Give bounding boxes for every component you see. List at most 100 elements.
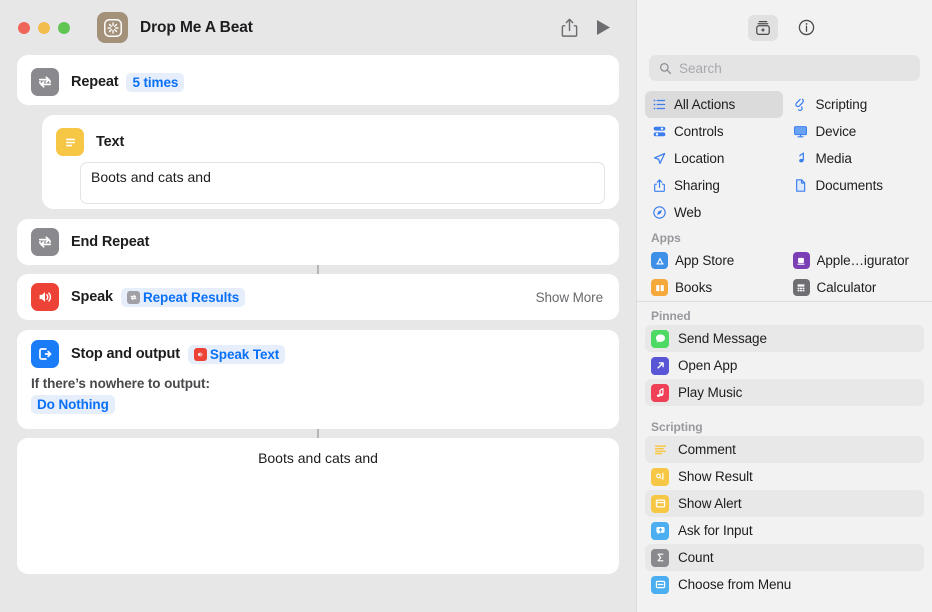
result-preview-text: Boots and cats and [258,450,378,466]
text-input-field[interactable]: Boots and cats and [80,162,605,204]
app-item-books[interactable]: Books [645,274,783,301]
app-store-icon [651,252,668,269]
row-label: Play Music [678,385,743,400]
category-label: Scripting [815,97,868,112]
library-row-show-result[interactable]: Show Result [645,463,924,490]
action-header: End Repeat [17,219,619,265]
library-row-count[interactable]: Count [645,544,924,571]
result-preview-card: Boots and cats and [17,438,619,574]
run-button[interactable] [586,13,620,43]
library-row-open-app[interactable]: Open App [645,352,924,379]
speak-text-label: Speak Text [209,346,280,362]
music-app-icon [651,383,669,402]
library-row-choose-from-menu[interactable]: Choose from Menu [645,571,924,598]
zoom-button[interactable] [58,21,70,34]
library-row-comment[interactable]: Comment [645,436,924,463]
minimize-button[interactable] [38,21,50,34]
category-scripting[interactable]: Scripting [787,91,925,118]
category-media[interactable]: Media [787,145,925,172]
text-lines-icon [56,128,84,156]
app-label: Books [675,280,713,295]
action-card-repeat[interactable]: Repeat 5 times [17,55,619,105]
fallback-token-row: Do Nothing [17,395,619,428]
action-card-text[interactable]: Text Boots and cats and [42,115,619,209]
open-app-icon [651,356,669,375]
sigma-count-icon [651,548,669,567]
scripting-section-header: Scripting [651,420,703,434]
stop-output-icon [31,340,59,368]
category-controls[interactable]: Controls [645,118,783,145]
library-row-send-message[interactable]: Send Message [645,325,924,352]
category-label: Location [674,151,725,166]
location-arrow-icon [651,151,667,167]
close-button[interactable] [18,21,30,34]
books-icon [651,279,668,296]
action-header: Repeat 5 times [17,55,619,109]
show-more-button[interactable]: Show More [536,290,605,305]
action-card-stop-and-output[interactable]: Stop and output Speak Text If there’s no… [17,330,619,429]
card-gap [17,320,619,330]
category-device[interactable]: Device [787,118,925,145]
action-header: Stop and output Speak Text [17,330,619,376]
speaker-wave-icon [31,283,59,311]
action-library-pane: All Actions Scripting [636,0,932,612]
library-toolbar [637,0,932,55]
category-label: Web [674,205,702,220]
action-connector [317,429,319,438]
search-input[interactable] [679,60,912,76]
repeat-icon [31,228,59,256]
repeat-results-label: Repeat Results [142,289,240,305]
shortcuts-window: Drop Me A Beat Repeat 5 times Text Boots… [0,0,932,612]
info-circle-icon[interactable] [792,15,822,41]
show-alert-icon [651,494,669,513]
shortcut-editor-pane: Drop Me A Beat Repeat 5 times Text Boots… [0,0,636,612]
library-row-show-alert[interactable]: Show Alert [645,490,924,517]
category-sharing[interactable]: Sharing [645,172,783,199]
do-nothing-token[interactable]: Do Nothing [31,395,115,414]
action-card-speak[interactable]: Speak Repeat Results Show More [17,274,619,320]
category-label: All Actions [674,97,736,112]
shortcuts-sparkle-icon [97,12,128,43]
action-card-end-repeat[interactable]: End Repeat [17,219,619,265]
music-note-icon [793,151,809,167]
repeat-results-token[interactable]: Repeat Results [120,287,246,307]
row-label: Open App [678,358,738,373]
app-label: App Store [675,253,735,268]
app-label: Calculator [816,280,877,295]
speak-text-token[interactable]: Speak Text [187,344,286,364]
library-row-ask-for-input[interactable]: Ask for Input [645,517,924,544]
calculator-icon [792,279,810,296]
app-item-app-store[interactable]: App Store [645,247,783,274]
category-all-actions[interactable]: All Actions [645,91,783,118]
category-documents[interactable]: Documents [787,172,925,199]
share-button[interactable] [552,13,586,43]
app-item-apple-configurator[interactable]: Apple…igurator [787,247,925,274]
category-location[interactable]: Location [645,145,783,172]
controls-icon [651,124,667,140]
apps-section-header: Apps [651,231,681,245]
library-lower-list[interactable]: Pinned Send Message Open App Play Music … [637,302,932,612]
category-grid: All Actions Scripting Controls Device Lo… [637,91,932,226]
repeat-icon [31,68,59,96]
row-label: Choose from Menu [678,577,792,592]
list-bullet-icon [651,97,667,113]
row-label: Count [678,550,714,565]
category-label: Media [815,151,852,166]
nowhere-to-output-label: If there’s nowhere to output: [31,376,210,391]
category-label: Controls [674,124,724,139]
category-label: Documents [815,178,883,193]
apple-configurator-icon [792,252,810,269]
action-library-icon[interactable] [747,14,778,41]
share-up-icon [651,178,667,194]
traffic-light-buttons [18,21,70,34]
category-web[interactable]: Web [645,199,783,226]
app-label: Apple…igurator [816,253,909,268]
row-label: Show Result [678,469,753,484]
workflow-canvas[interactable]: Repeat 5 times Text Boots and cats and E… [0,55,636,612]
window-titlebar: Drop Me A Beat [0,0,636,55]
action-title: End Repeat [71,234,150,250]
app-item-calculator[interactable]: Calculator [787,274,925,301]
repeat-count-token[interactable]: 5 times [126,72,185,92]
library-row-play-music[interactable]: Play Music [645,379,924,406]
search-field[interactable] [649,55,920,81]
